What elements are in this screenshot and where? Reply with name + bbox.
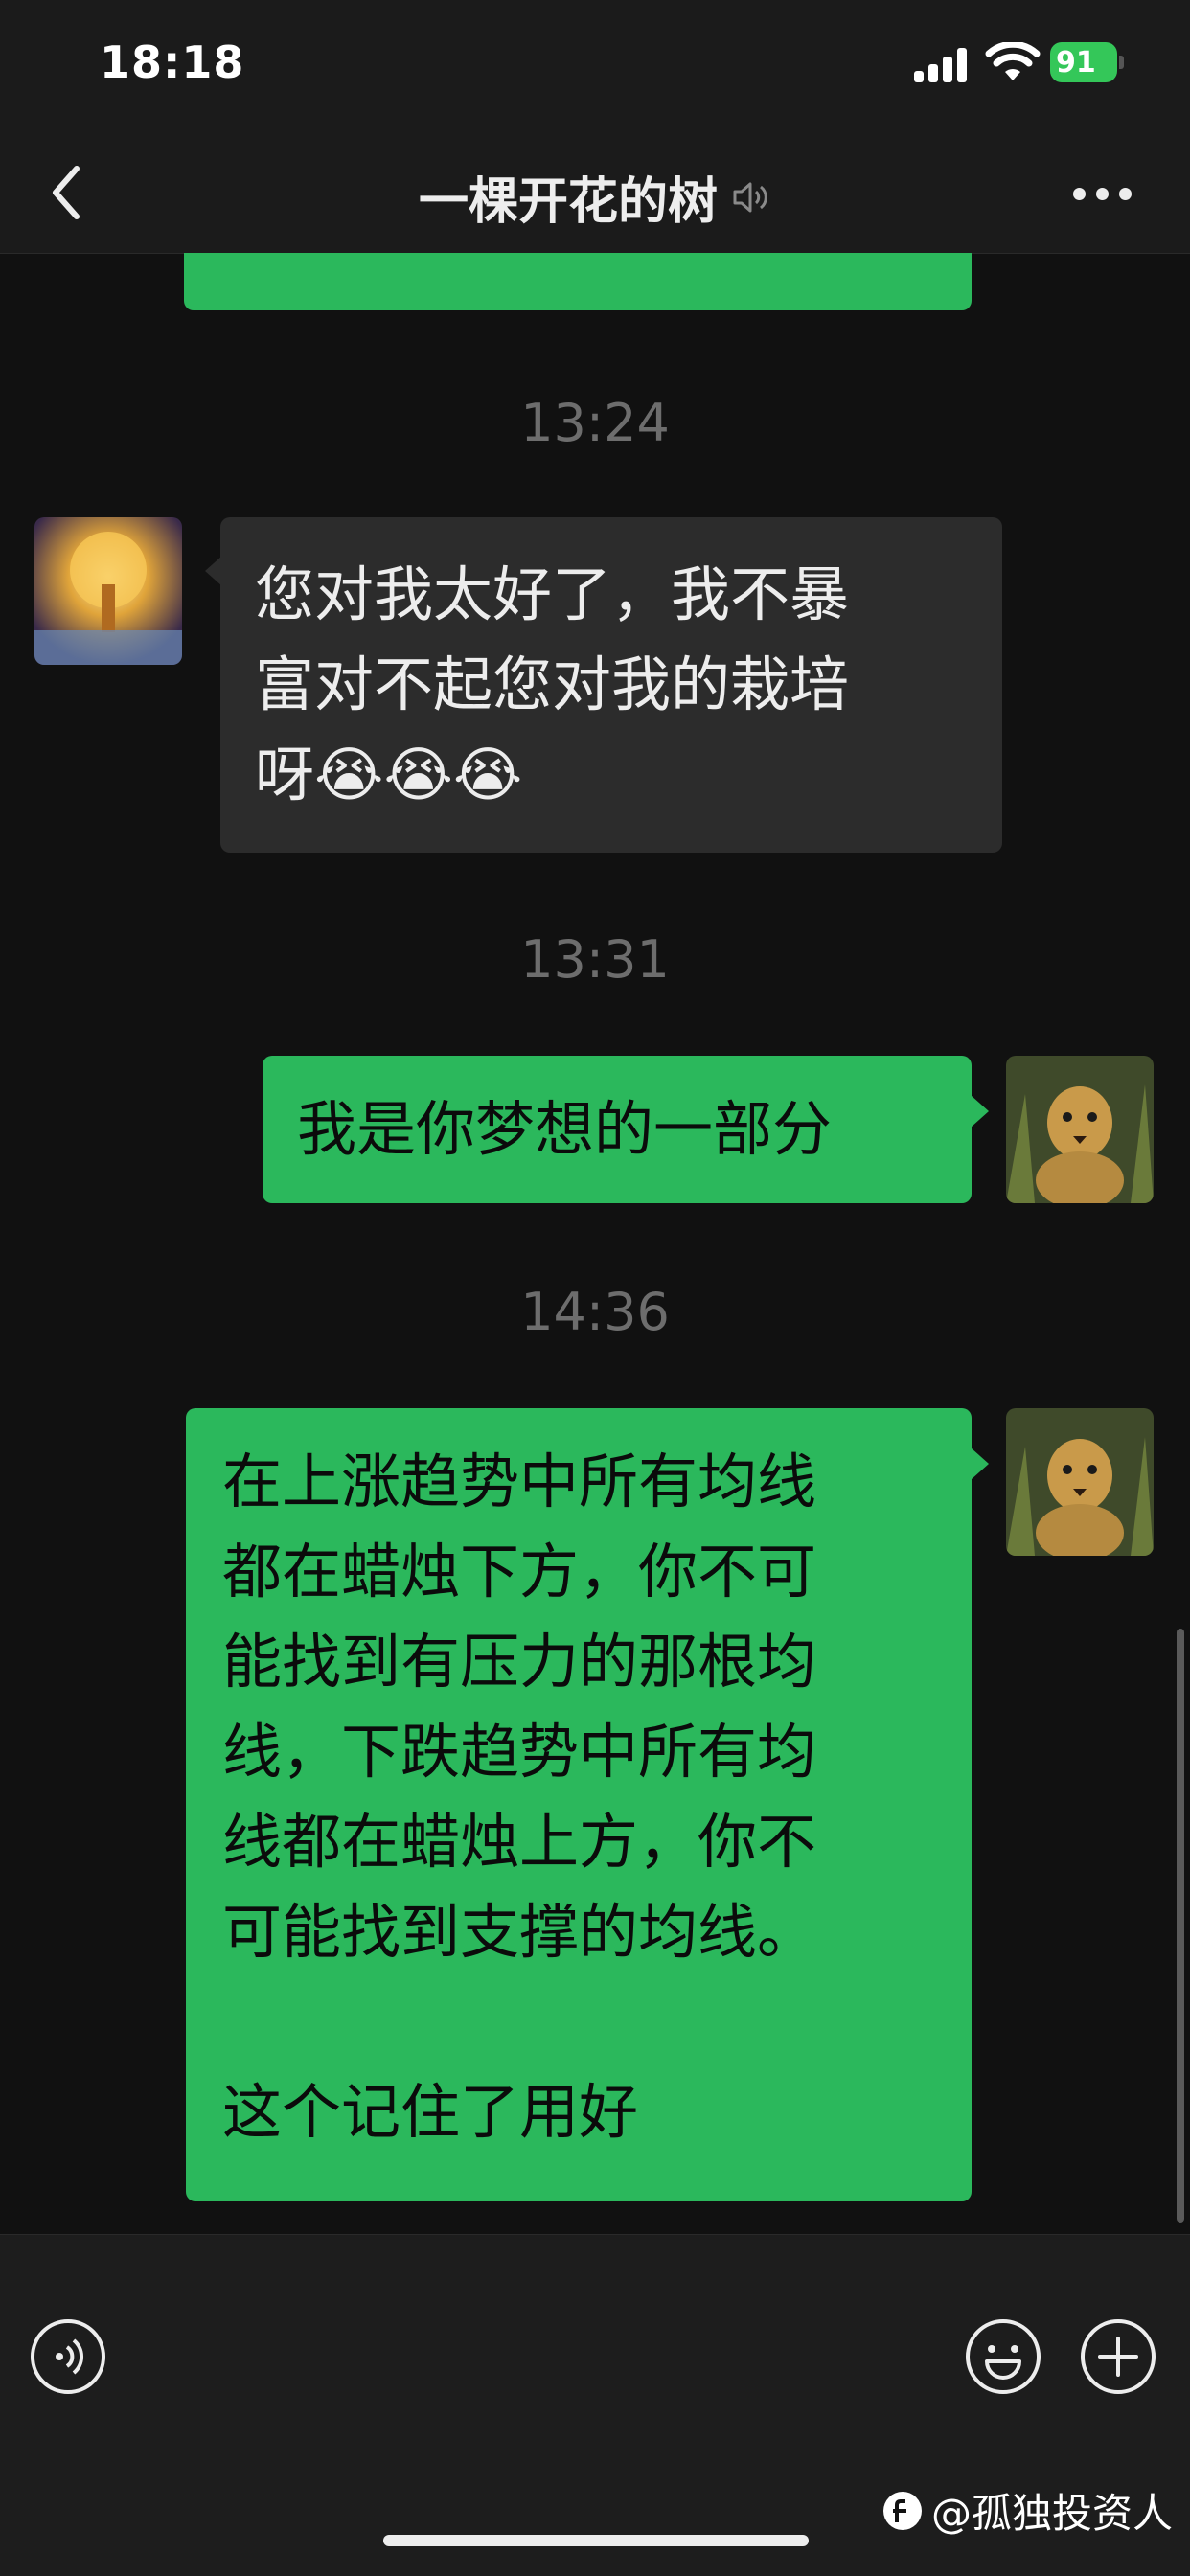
voice-icon[interactable] xyxy=(29,2317,107,2396)
watermark-text: @孤独投资人 xyxy=(931,2490,1174,2537)
wifi-icon xyxy=(985,42,1041,80)
home-indicator xyxy=(383,2535,809,2546)
message-line: 可能找到支撑的均线。 xyxy=(222,1897,817,1967)
battery-icon: 91 xyxy=(1050,42,1124,82)
plus-icon[interactable] xyxy=(1079,2317,1157,2396)
timestamp: 13:24 xyxy=(520,393,670,453)
message-line: 都在蜡烛下方，你不可 xyxy=(222,1537,817,1607)
message-line: 线，下跌趋势中所有均 xyxy=(222,1717,817,1787)
chat-title-area[interactable]: 一棵开花的树 xyxy=(0,161,1190,233)
chat-header: 一棵开花的树 xyxy=(0,134,1190,254)
message-line: 线都在蜡烛上方，你不 xyxy=(222,1807,817,1877)
battery-level: 91 xyxy=(1056,46,1096,80)
contact-avatar[interactable] xyxy=(34,517,182,665)
message-line: 呀😭😭😭 xyxy=(255,740,523,809)
more-dots-icon[interactable] xyxy=(1064,172,1140,211)
message-line: 在上涨趋势中所有均线 xyxy=(222,1447,817,1516)
message-line: 能找到有压力的那根均 xyxy=(222,1627,817,1697)
message-text: 解一下吧。 xyxy=(222,253,519,268)
user-avatar[interactable] xyxy=(1006,1056,1154,1203)
scrollbar[interactable] xyxy=(1177,1629,1184,2223)
speaker-muted-icon xyxy=(733,182,767,212)
message-line: 这个记住了用好 xyxy=(222,2077,639,2147)
status-time: 18:18 xyxy=(100,36,245,88)
watermark-logo-icon xyxy=(883,2491,922,2530)
message-bubble-sent[interactable]: 我是你梦想的一部分 xyxy=(263,1056,972,1203)
timestamp: 13:31 xyxy=(520,929,670,990)
message-line: 富对不起您对我的栽培 xyxy=(255,650,850,719)
emoji-icon[interactable] xyxy=(964,2317,1042,2396)
watermark: @孤独投资人 xyxy=(881,2481,1173,2540)
message-bubble-partial[interactable]: 解一下吧。 xyxy=(184,253,972,310)
chat-messages[interactable]: 解一下吧。 13:24 您对我太好了，我不暴 富对不起您对我的栽培 呀😭😭😭 xyxy=(0,253,1190,2234)
message-bubble-sent[interactable]: 在上涨趋势中所有均线 都在蜡烛下方，你不可 能找到有压力的那根均 线，下跌趋势中… xyxy=(186,1408,972,2201)
timestamp: 14:36 xyxy=(520,1282,670,1342)
bubble-tail xyxy=(972,1096,989,1127)
user-avatar[interactable] xyxy=(1006,1408,1154,1556)
status-bar: 18:18 91 xyxy=(0,0,1190,134)
bubble-tail xyxy=(972,1448,989,1479)
chat-title: 一棵开花的树 xyxy=(418,173,718,231)
message-line: 您对我太好了，我不暴 xyxy=(255,559,850,629)
cellular-signal-icon xyxy=(914,48,968,82)
message-line: 我是你梦想的一部分 xyxy=(297,1094,833,1164)
message-bubble-received[interactable]: 您对我太好了，我不暴 富对不起您对我的栽培 呀😭😭😭 xyxy=(220,517,1002,853)
